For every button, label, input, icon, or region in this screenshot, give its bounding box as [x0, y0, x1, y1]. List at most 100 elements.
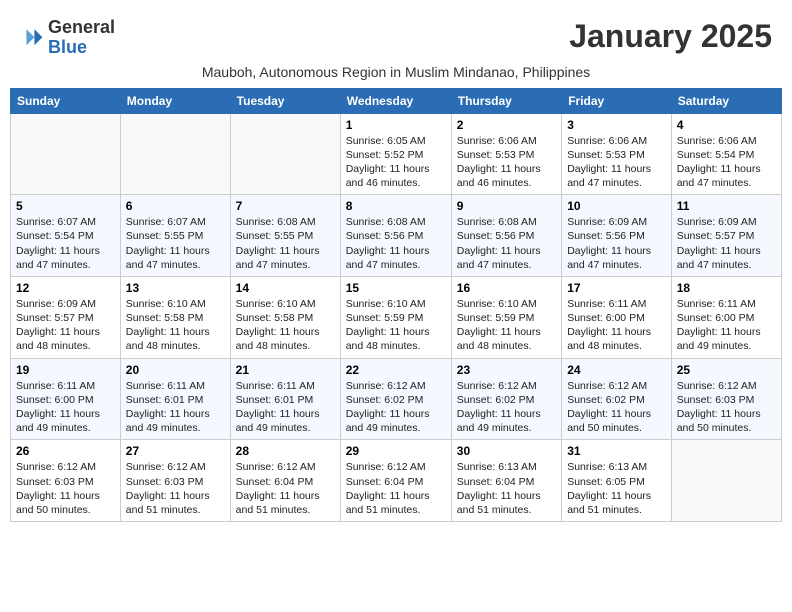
day-info: Sunrise: 6:11 AM Sunset: 6:00 PM Dayligh… — [677, 297, 776, 354]
day-number: 29 — [346, 444, 446, 458]
day-number: 21 — [236, 363, 335, 377]
logo-blue-text: Blue — [48, 37, 87, 57]
logo: General Blue — [20, 18, 115, 58]
day-info: Sunrise: 6:12 AM Sunset: 6:03 PM Dayligh… — [16, 460, 115, 517]
calendar-cell: 17Sunrise: 6:11 AM Sunset: 6:00 PM Dayli… — [562, 276, 672, 358]
weekday-header-tuesday: Tuesday — [230, 88, 340, 113]
day-info: Sunrise: 6:12 AM Sunset: 6:03 PM Dayligh… — [677, 379, 776, 436]
calendar-week-4: 19Sunrise: 6:11 AM Sunset: 6:00 PM Dayli… — [11, 358, 782, 440]
calendar-cell: 14 Sunrise: 6:10 AM Sunset: 5:58 PM Dayli… — [230, 276, 340, 358]
day-info: Sunrise: 6:08 AM Sunset: 5:55 PM Dayligh… — [236, 215, 335, 272]
day-info: Sunrise: 6:12 AM Sunset: 6:02 PM Dayligh… — [346, 379, 446, 436]
day-info: Sunrise: 6:11 AM Sunset: 6:01 PM Dayligh… — [126, 379, 225, 436]
calendar-cell: 7 Sunrise: 6:08 AM Sunset: 5:55 PM Daylig… — [230, 195, 340, 277]
calendar-cell: 20 Sunrise: 6:11 AM Sunset: 6:01 PM Dayli… — [120, 358, 230, 440]
day-info: Sunrise: 6:13 AM Sunset: 6:04 PM Dayligh… — [457, 460, 556, 517]
calendar-cell: 26 Sunrise: 6:12 AM Sunset: 6:03 PM Dayli… — [11, 440, 121, 522]
day-info: Sunrise: 6:12 AM Sunset: 6:02 PM Dayligh… — [457, 379, 556, 436]
page-header: General Blue January 2025 — [10, 10, 782, 62]
day-number: 18 — [677, 281, 776, 295]
calendar-cell — [11, 113, 121, 195]
day-number: 28 — [236, 444, 335, 458]
day-number: 13 — [126, 281, 225, 295]
day-info: Sunrise: 6:08 AM Sunset: 5:56 PM Dayligh… — [346, 215, 446, 272]
day-info: Sunrise: 6:10 AM Sunset: 5:59 PM Dayligh… — [346, 297, 446, 354]
day-info: Sunrise: 6:09 AM Sunset: 5:57 PM Dayligh… — [16, 297, 115, 354]
day-number: 26 — [16, 444, 115, 458]
calendar-cell: 11Sunrise: 6:09 AM Sunset: 5:57 PM Dayli… — [671, 195, 781, 277]
logo-general-text: General — [48, 17, 115, 37]
day-info: Sunrise: 6:13 AM Sunset: 6:05 PM Dayligh… — [567, 460, 666, 517]
calendar-cell: 29 Sunrise: 6:12 AM Sunset: 6:04 PM Dayli… — [340, 440, 451, 522]
calendar-cell: 23 Sunrise: 6:12 AM Sunset: 6:02 PM Dayli… — [451, 358, 561, 440]
day-number: 17 — [567, 281, 666, 295]
calendar-cell: 19Sunrise: 6:11 AM Sunset: 6:00 PM Dayli… — [11, 358, 121, 440]
day-number: 14 — [236, 281, 335, 295]
weekday-header-monday: Monday — [120, 88, 230, 113]
calendar-table: SundayMondayTuesdayWednesdayThursdayFrid… — [10, 88, 782, 522]
calendar-cell: 31Sunrise: 6:13 AM Sunset: 6:05 PM Dayli… — [562, 440, 672, 522]
day-info: Sunrise: 6:11 AM Sunset: 6:01 PM Dayligh… — [236, 379, 335, 436]
day-number: 10 — [567, 199, 666, 213]
weekday-header-sunday: Sunday — [11, 88, 121, 113]
logo-icon — [20, 26, 44, 50]
day-number: 15 — [346, 281, 446, 295]
calendar-cell: 27 Sunrise: 6:12 AM Sunset: 6:03 PM Dayli… — [120, 440, 230, 522]
calendar-cell: 2 Sunrise: 6:06 AM Sunset: 5:53 PM Daylig… — [451, 113, 561, 195]
day-info: Sunrise: 6:08 AM Sunset: 5:56 PM Dayligh… — [457, 215, 556, 272]
subtitle: Mauboh, Autonomous Region in Muslim Mind… — [10, 64, 782, 80]
day-info: Sunrise: 6:12 AM Sunset: 6:04 PM Dayligh… — [346, 460, 446, 517]
weekday-header-friday: Friday — [562, 88, 672, 113]
day-number: 25 — [677, 363, 776, 377]
calendar-week-3: 12Sunrise: 6:09 AM Sunset: 5:57 PM Dayli… — [11, 276, 782, 358]
day-number: 6 — [126, 199, 225, 213]
calendar-cell: 22 Sunrise: 6:12 AM Sunset: 6:02 PM Dayli… — [340, 358, 451, 440]
day-info: Sunrise: 6:06 AM Sunset: 5:53 PM Dayligh… — [567, 134, 666, 191]
day-number: 8 — [346, 199, 446, 213]
calendar-cell: 1 Sunrise: 6:05 AM Sunset: 5:52 PM Daylig… — [340, 113, 451, 195]
day-info: Sunrise: 6:06 AM Sunset: 5:54 PM Dayligh… — [677, 134, 776, 191]
day-info: Sunrise: 6:10 AM Sunset: 5:59 PM Dayligh… — [457, 297, 556, 354]
weekday-header-wednesday: Wednesday — [340, 88, 451, 113]
day-number: 24 — [567, 363, 666, 377]
day-info: Sunrise: 6:07 AM Sunset: 5:55 PM Dayligh… — [126, 215, 225, 272]
day-number: 19 — [16, 363, 115, 377]
calendar-cell: 3 Sunrise: 6:06 AM Sunset: 5:53 PM Daylig… — [562, 113, 672, 195]
day-info: Sunrise: 6:05 AM Sunset: 5:52 PM Dayligh… — [346, 134, 446, 191]
calendar-cell: 18 Sunrise: 6:11 AM Sunset: 6:00 PM Dayli… — [671, 276, 781, 358]
weekday-header-saturday: Saturday — [671, 88, 781, 113]
calendar-cell: 15 Sunrise: 6:10 AM Sunset: 5:59 PM Dayli… — [340, 276, 451, 358]
day-number: 9 — [457, 199, 556, 213]
day-info: Sunrise: 6:12 AM Sunset: 6:02 PM Dayligh… — [567, 379, 666, 436]
calendar-cell: 4 Sunrise: 6:06 AM Sunset: 5:54 PM Daylig… — [671, 113, 781, 195]
day-info: Sunrise: 6:10 AM Sunset: 5:58 PM Dayligh… — [236, 297, 335, 354]
day-number: 3 — [567, 118, 666, 132]
day-info: Sunrise: 6:12 AM Sunset: 6:03 PM Dayligh… — [126, 460, 225, 517]
day-number: 22 — [346, 363, 446, 377]
calendar-cell: 25 Sunrise: 6:12 AM Sunset: 6:03 PM Dayli… — [671, 358, 781, 440]
calendar-cell: 5Sunrise: 6:07 AM Sunset: 5:54 PM Daylig… — [11, 195, 121, 277]
day-info: Sunrise: 6:06 AM Sunset: 5:53 PM Dayligh… — [457, 134, 556, 191]
calendar-week-2: 5Sunrise: 6:07 AM Sunset: 5:54 PM Daylig… — [11, 195, 782, 277]
calendar-cell: 28 Sunrise: 6:12 AM Sunset: 6:04 PM Dayli… — [230, 440, 340, 522]
calendar-cell: 24 Sunrise: 6:12 AM Sunset: 6:02 PM Dayli… — [562, 358, 672, 440]
day-info: Sunrise: 6:12 AM Sunset: 6:04 PM Dayligh… — [236, 460, 335, 517]
day-number: 27 — [126, 444, 225, 458]
calendar-cell: 12Sunrise: 6:09 AM Sunset: 5:57 PM Dayli… — [11, 276, 121, 358]
day-number: 2 — [457, 118, 556, 132]
day-number: 20 — [126, 363, 225, 377]
calendar-week-1: 1 Sunrise: 6:05 AM Sunset: 5:52 PM Daylig… — [11, 113, 782, 195]
day-number: 4 — [677, 118, 776, 132]
calendar-cell: 9 Sunrise: 6:08 AM Sunset: 5:56 PM Daylig… — [451, 195, 561, 277]
calendar-cell: 6 Sunrise: 6:07 AM Sunset: 5:55 PM Daylig… — [120, 195, 230, 277]
day-info: Sunrise: 6:09 AM Sunset: 5:56 PM Dayligh… — [567, 215, 666, 272]
day-number: 16 — [457, 281, 556, 295]
weekday-header-thursday: Thursday — [451, 88, 561, 113]
calendar-cell: 8 Sunrise: 6:08 AM Sunset: 5:56 PM Daylig… — [340, 195, 451, 277]
calendar-header-row: SundayMondayTuesdayWednesdayThursdayFrid… — [11, 88, 782, 113]
day-number: 23 — [457, 363, 556, 377]
day-number: 7 — [236, 199, 335, 213]
calendar-cell — [120, 113, 230, 195]
day-number: 1 — [346, 118, 446, 132]
calendar-cell: 13Sunrise: 6:10 AM Sunset: 5:58 PM Dayli… — [120, 276, 230, 358]
